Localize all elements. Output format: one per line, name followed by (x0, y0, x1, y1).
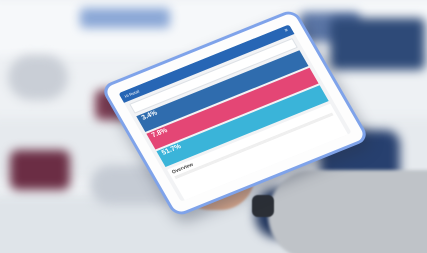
blurred-merchandise (80, 8, 170, 28)
blurred-merchandise (10, 150, 70, 190)
blurred-merchandise (8, 55, 68, 100)
app-title: Hi Retail (123, 88, 141, 99)
photo-scene: Hi Retail ≡ 3.4% 7.8% 51.7% Overview (0, 0, 427, 253)
wristband (252, 195, 274, 217)
blurred-merchandise (330, 18, 425, 70)
menu-icon[interactable]: ≡ (283, 26, 291, 37)
sweater-sleeve (268, 170, 427, 253)
